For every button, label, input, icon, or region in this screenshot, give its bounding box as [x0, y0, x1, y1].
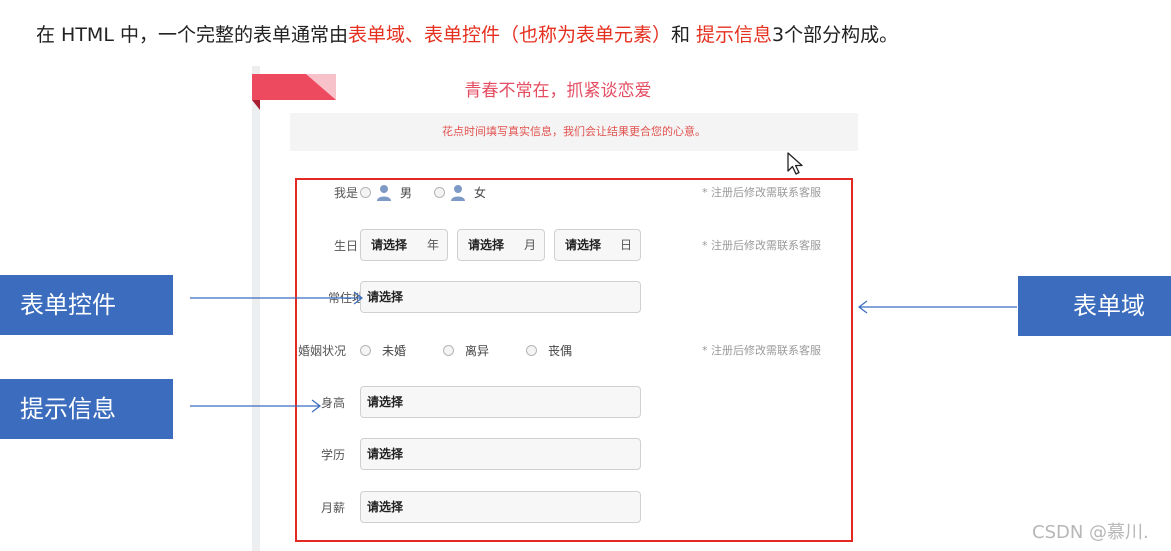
radio-widowed[interactable]: [526, 345, 537, 356]
intro-text: 在 HTML 中，一个完整的表单通常由表单域、表单控件（也称为表单元素）和 提示…: [36, 20, 898, 47]
salary-select[interactable]: 请选择: [360, 491, 641, 523]
select-value: 请选择: [367, 500, 404, 514]
select-value: 请选择: [565, 238, 602, 252]
radio-divorced[interactable]: [443, 345, 454, 356]
intro-highlight-prompt: 提示信息: [696, 24, 773, 46]
hint-text: * 注册后修改需联系客服: [702, 239, 821, 252]
row-height: 身高 请选择: [252, 386, 864, 420]
row-residence: 常住地 请选择: [252, 281, 864, 315]
intro-highlight-form-field-controls: 表单域、表单控件（也称为表单元素）: [347, 24, 671, 46]
row-salary: 月薪 请选择: [252, 491, 864, 525]
mouse-cursor-icon: [787, 152, 803, 175]
radio-unmarried-label: 未婚: [382, 344, 407, 358]
label-height: 身高: [321, 396, 346, 410]
birthday-month-select[interactable]: 请选择 月: [457, 229, 545, 261]
day-unit: 日: [619, 238, 632, 252]
female-avatar-icon: [451, 185, 465, 201]
form-title: 青春不常在，抓紧谈恋爱: [464, 81, 652, 101]
callout-form-control: 表单控件: [0, 275, 173, 335]
height-select[interactable]: 请选择: [360, 386, 641, 418]
select-value: 请选择: [367, 395, 404, 409]
month-unit: 月: [523, 238, 536, 252]
birthday-year-select[interactable]: 请选择 年: [360, 229, 448, 261]
radio-widowed-label: 丧偶: [548, 344, 573, 358]
form-screenshot-panel: 青春不常在，抓紧谈恋爱 花点时间填写真实信息，我们会让结果更合您的心意。 我是 …: [252, 66, 864, 551]
hint-text: * 注册后修改需联系客服: [702, 344, 821, 357]
radio-female[interactable]: [434, 187, 445, 198]
male-avatar-icon: [377, 185, 391, 201]
residence-select[interactable]: 请选择: [360, 281, 641, 313]
row-birthday: 生日 请选择 年 请选择 月 请选择 日 * 注册后修改需联系客服: [252, 229, 864, 263]
intro-prefix: 在 HTML 中，一个完整的表单通常由: [36, 24, 348, 46]
hint-text: * 注册后修改需联系客服: [702, 186, 821, 199]
radio-male[interactable]: [360, 187, 371, 198]
callout-form-field: 表单域: [1018, 276, 1171, 336]
select-value: 请选择: [468, 238, 505, 252]
intro-suffix: 3个部分构成。: [772, 24, 899, 46]
callout-prompt-info: 提示信息: [0, 379, 173, 439]
form-tip: 花点时间填写真实信息，我们会让结果更合您的心意。: [290, 113, 858, 151]
birthday-day-select[interactable]: 请选择 日: [554, 229, 641, 261]
select-value: 请选择: [367, 290, 404, 304]
radio-divorced-label: 离异: [465, 344, 490, 358]
row-gender: 我是 男 女 * 注册后修改需联系客服: [252, 176, 864, 210]
label-salary: 月薪: [321, 501, 346, 515]
watermark: CSDN @慕川.: [1032, 522, 1149, 543]
intro-mid: 和: [670, 24, 697, 46]
radio-unmarried[interactable]: [360, 345, 371, 356]
radio-male-label: 男: [400, 186, 413, 200]
row-marital: 婚姻状况 未婚 离异 丧偶 * 注册后修改需联系客服: [252, 334, 864, 368]
year-unit: 年: [426, 238, 439, 252]
label-marital: 婚姻状况: [298, 344, 347, 358]
ribbon-tail: [252, 100, 260, 110]
select-value: 请选择: [371, 238, 408, 252]
radio-female-label: 女: [474, 186, 487, 200]
row-education: 学历 请选择: [252, 438, 864, 472]
education-select[interactable]: 请选择: [360, 438, 641, 470]
select-value: 请选择: [367, 447, 404, 461]
label-education: 学历: [321, 448, 346, 462]
